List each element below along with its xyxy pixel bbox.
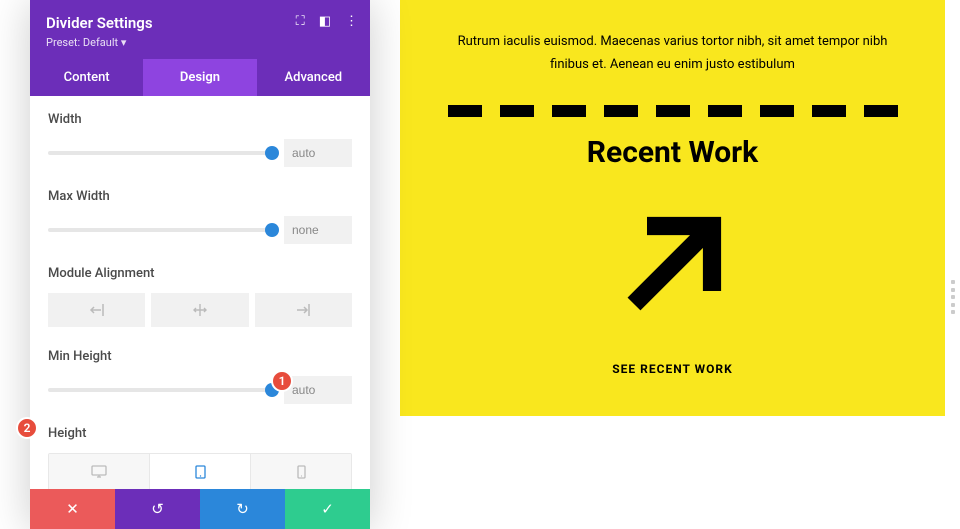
- undo-icon: ↺: [151, 500, 164, 518]
- dash: [656, 105, 690, 117]
- max-width-slider[interactable]: [48, 228, 272, 232]
- dash: [604, 105, 638, 117]
- desktop-icon: [91, 465, 107, 479]
- dash: [448, 105, 482, 117]
- width-input[interactable]: [284, 139, 352, 167]
- dash: [552, 105, 586, 117]
- device-phone-button[interactable]: [251, 454, 351, 489]
- setting-height: Height: [48, 426, 352, 489]
- align-right-icon: [295, 304, 311, 316]
- setting-module-alignment: Module Alignment: [48, 266, 352, 327]
- panel-body[interactable]: Width Max Width Module Alignment: [30, 96, 370, 489]
- callout-1: 1: [271, 370, 293, 392]
- more-icon[interactable]: ⋮: [345, 14, 358, 29]
- check-icon: ✓: [321, 500, 334, 518]
- slider-thumb[interactable]: [265, 146, 279, 160]
- hero-heading: Recent Work: [420, 135, 925, 170]
- align-center-button[interactable]: [151, 293, 248, 327]
- tab-advanced[interactable]: Advanced: [257, 59, 370, 96]
- header-toolbar: ⛶ ◧ ⋮: [296, 14, 358, 29]
- arrow-up-right-icon: [608, 200, 738, 330]
- redo-button[interactable]: ↻: [200, 489, 285, 529]
- dash: [708, 105, 742, 117]
- tab-design[interactable]: Design: [143, 59, 256, 96]
- dash: [864, 105, 898, 117]
- align-right-button[interactable]: [255, 293, 352, 327]
- min-height-slider[interactable]: [48, 388, 272, 392]
- see-recent-work-link[interactable]: SEE RECENT WORK: [420, 362, 925, 376]
- panel-footer: ✕ ↺ ↻ ✓: [30, 489, 370, 529]
- panel-header: Divider Settings Preset: Default ▾ ⛶ ◧ ⋮: [30, 0, 370, 59]
- dash: [760, 105, 794, 117]
- device-desktop-button[interactable]: [49, 454, 150, 489]
- tablet-icon: [195, 465, 206, 479]
- undo-button[interactable]: ↺: [115, 489, 200, 529]
- dock-icon[interactable]: ◧: [319, 14, 331, 29]
- tab-content[interactable]: Content: [30, 59, 143, 96]
- setting-max-width: Max Width: [48, 189, 352, 244]
- cancel-button[interactable]: ✕: [30, 489, 115, 529]
- preset-selector[interactable]: Preset: Default ▾: [46, 36, 354, 49]
- preview-pane: Rutrum iaculis euismod. Maecenas varius …: [400, 0, 945, 519]
- max-width-input[interactable]: [284, 216, 352, 244]
- close-icon: ✕: [66, 500, 79, 518]
- slider-thumb[interactable]: [265, 223, 279, 237]
- dash: [812, 105, 846, 117]
- tab-bar: Content Design Advanced: [30, 59, 370, 96]
- expand-icon[interactable]: ⛶: [296, 14, 305, 29]
- callout-2: 2: [16, 417, 38, 439]
- hero-section: Rutrum iaculis euismod. Maecenas varius …: [400, 0, 945, 416]
- align-left-icon: [89, 304, 105, 316]
- divider-module[interactable]: [420, 105, 925, 117]
- resize-handle[interactable]: [951, 280, 955, 314]
- setting-width: Width: [48, 112, 352, 167]
- height-label: Height: [48, 426, 352, 441]
- align-center-icon: [193, 304, 207, 316]
- max-width-label: Max Width: [48, 189, 352, 204]
- min-height-label: Min Height: [48, 349, 352, 364]
- hero-paragraph: Rutrum iaculis euismod. Maecenas varius …: [420, 30, 925, 77]
- device-tablet-button[interactable]: [150, 454, 251, 489]
- module-alignment-label: Module Alignment: [48, 266, 352, 281]
- width-slider[interactable]: [48, 151, 272, 155]
- settings-panel: Divider Settings Preset: Default ▾ ⛶ ◧ ⋮…: [30, 0, 370, 529]
- dash: [500, 105, 534, 117]
- save-button[interactable]: ✓: [285, 489, 370, 529]
- phone-icon: [297, 465, 306, 479]
- width-label: Width: [48, 112, 352, 127]
- setting-min-height: Min Height: [48, 349, 352, 404]
- align-left-button[interactable]: [48, 293, 145, 327]
- responsive-device-tabs: [48, 453, 352, 489]
- redo-icon: ↻: [236, 500, 249, 518]
- min-height-input[interactable]: [284, 376, 352, 404]
